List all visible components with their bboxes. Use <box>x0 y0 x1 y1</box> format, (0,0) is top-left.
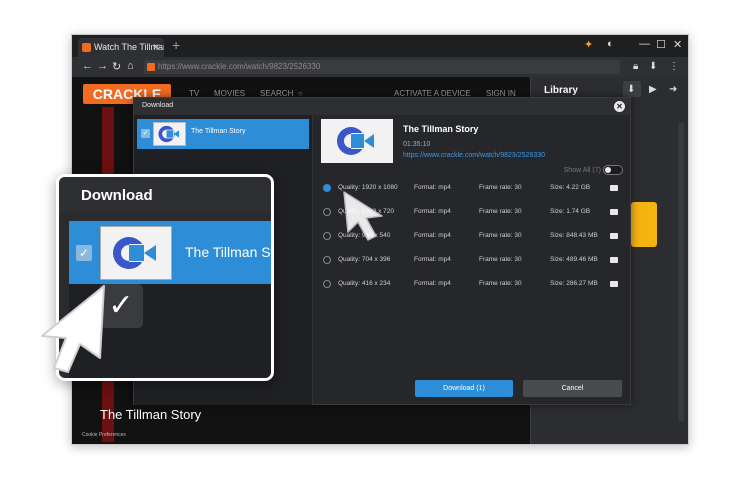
library-thumbnail[interactable] <box>631 202 657 247</box>
zoom-header: Download <box>59 177 271 213</box>
download-button[interactable]: Download (1) <box>415 380 513 397</box>
crackle-favicon-icon <box>82 43 91 52</box>
pointer-cursor-icon <box>41 285 105 373</box>
video-tab-icon[interactable]: ▶ <box>649 84 657 95</box>
list-item-title: The Tillman Story <box>191 128 246 135</box>
preview-play-icon[interactable] <box>610 281 618 287</box>
dialog-title: Download <box>142 102 174 109</box>
tab-bar: Watch The Tillman St ✕ + ✦ ◐ — ☐ ✕ <box>72 35 688 57</box>
quality-size: Size: 848.43 MB <box>550 232 598 239</box>
toggle-knob <box>605 167 611 173</box>
maximize-button[interactable]: ☐ <box>656 38 666 51</box>
video-thumbnail <box>153 122 186 146</box>
url-input[interactable]: https://www.crackle.com/watch/9823/25263… <box>144 60 620 74</box>
menu-icon[interactable]: ⋮ <box>669 61 679 72</box>
quality-size: Size: 1.74 GB <box>550 208 591 215</box>
quality-size: Size: 4.22 GB <box>550 184 591 191</box>
quality-quality: Quality: 416 x 234 <box>338 280 391 287</box>
cancel-button[interactable]: Cancel <box>523 380 622 397</box>
quality-radio[interactable] <box>323 232 331 240</box>
address-bar: ← → ↻ ⌂ https://www.crackle.com/watch/98… <box>72 57 688 77</box>
dialog-close-icon[interactable]: ✕ <box>614 101 625 112</box>
quality-format: Format: mp4 <box>414 232 451 239</box>
theme-toggle-icon[interactable]: ◐ <box>607 38 614 50</box>
gift-icon[interactable]: ✦ <box>584 38 593 51</box>
library-scrollbar[interactable] <box>678 122 684 422</box>
quality-format: Format: mp4 <box>414 280 451 287</box>
quality-format: Format: mp4 <box>414 256 451 263</box>
quality-frame-rate: Frame rate: 30 <box>479 280 522 287</box>
zoom-item-title: The Tillman St <box>185 244 274 260</box>
new-tab-button[interactable]: + <box>172 37 180 53</box>
video-title: The Tillman Story <box>403 124 479 134</box>
library-title: Library <box>544 85 578 96</box>
download-tab-icon[interactable]: ⬇ <box>627 84 635 95</box>
video-preview <box>321 119 393 163</box>
minimize-button[interactable]: — <box>639 38 650 50</box>
quality-format: Format: mp4 <box>414 208 451 215</box>
pointer-cursor-icon <box>343 191 383 241</box>
cookie-preferences-link[interactable]: Cookie Preferences <box>82 432 126 438</box>
download-extension-icon[interactable]: ⬇ <box>649 61 657 72</box>
quality-frame-rate: Frame rate: 30 <box>479 184 522 191</box>
home-icon[interactable]: ⌂ <box>127 60 134 72</box>
crackle-play-logo-icon <box>113 237 156 269</box>
video-thumbnail <box>100 226 172 280</box>
page-title: The Tillman Story <box>100 407 202 422</box>
zoom-list-item[interactable]: ✓ The Tillman St <box>69 221 274 284</box>
list-item[interactable]: ✓ The Tillman Story <box>137 119 309 149</box>
crackle-play-logo-icon <box>337 127 374 155</box>
quality-size: Size: 286.27 MB <box>550 280 598 287</box>
quality-radio[interactable] <box>323 256 331 264</box>
crackle-favicon-icon <box>147 63 155 71</box>
zoom-title: Download <box>81 187 153 204</box>
quality-frame-rate: Frame rate: 30 <box>479 232 522 239</box>
quality-format: Format: mp4 <box>414 184 451 191</box>
close-window-button[interactable]: ✕ <box>673 38 682 51</box>
crackle-play-logo-icon <box>158 125 180 143</box>
download-options: The Tillman Story 01:35:10 https://www.c… <box>313 115 631 405</box>
quality-row[interactable]: Quality: 704 x 396 Format: mp4 Frame rate:… <box>313 253 631 267</box>
reload-icon[interactable]: ↻ <box>112 60 121 73</box>
show-all-toggle[interactable] <box>603 165 623 175</box>
quality-radio[interactable] <box>323 280 331 288</box>
show-all-label: Show All (7) <box>563 167 601 174</box>
quality-quality: Quality: 704 x 396 <box>338 256 391 263</box>
forward-arrow-icon[interactable]: → <box>97 60 108 72</box>
collapse-arrow-icon[interactable]: ➜ <box>669 84 677 95</box>
quality-radio[interactable] <box>323 184 331 192</box>
preview-play-icon[interactable] <box>610 209 618 215</box>
item-checkbox[interactable]: ✓ <box>141 129 150 138</box>
quality-frame-rate: Frame rate: 30 <box>479 208 522 215</box>
back-arrow-icon[interactable]: ← <box>82 60 93 72</box>
video-url-link[interactable]: https://www.crackle.com/watch/9823/25263… <box>403 152 545 159</box>
quality-radio[interactable] <box>323 208 331 216</box>
preview-play-icon[interactable] <box>610 233 618 239</box>
tab-close-icon[interactable]: ✕ <box>152 38 160 57</box>
item-checkbox[interactable]: ✓ <box>76 245 92 261</box>
video-duration: 01:35:10 <box>403 141 431 148</box>
preview-play-icon[interactable] <box>610 257 618 263</box>
lock-icon[interactable]: 🔒︎ <box>633 61 638 72</box>
browser-tab[interactable]: Watch The Tillman St ✕ <box>78 38 164 57</box>
quality-row[interactable]: Quality: 416 x 234 Format: mp4 Frame rate:… <box>313 277 631 291</box>
url-text: https://www.crackle.com/watch/9823/25263… <box>158 62 321 71</box>
quality-frame-rate: Frame rate: 30 <box>479 256 522 263</box>
quality-size: Size: 489.46 MB <box>550 256 598 263</box>
preview-play-icon[interactable] <box>610 185 618 191</box>
dialog-header: Download ✕ <box>134 98 630 115</box>
